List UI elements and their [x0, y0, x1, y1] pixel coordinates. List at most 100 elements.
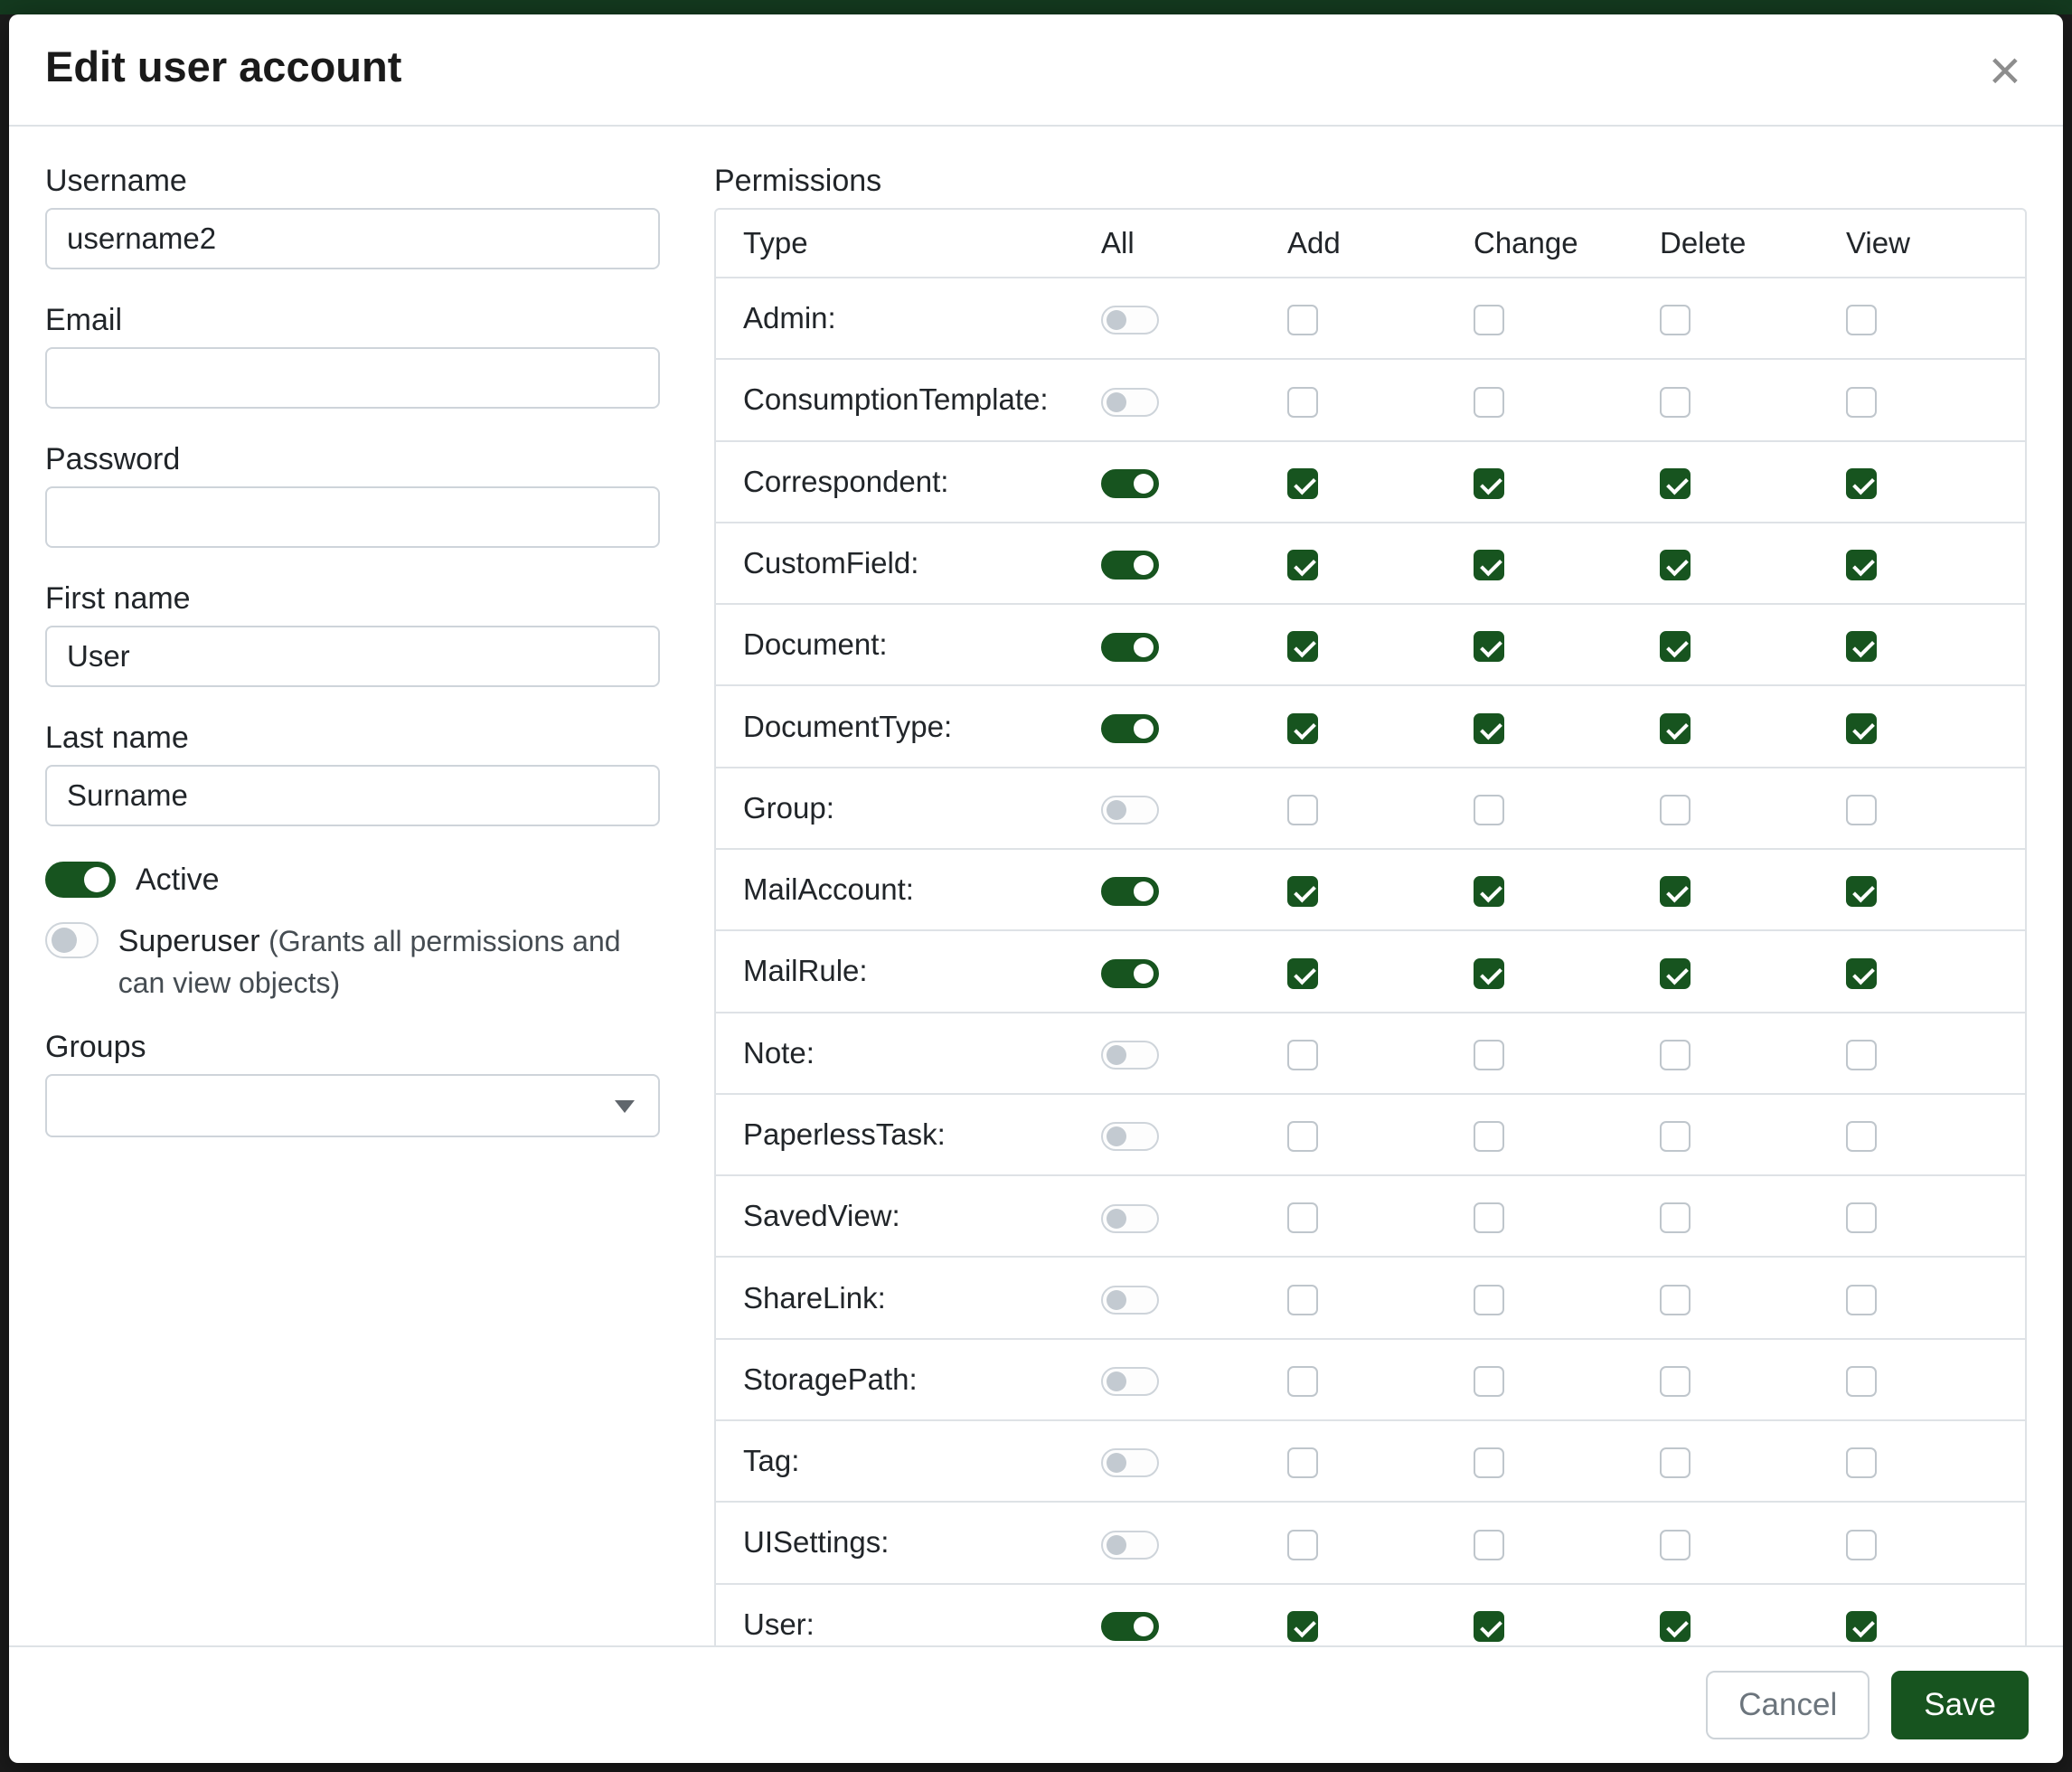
perm-delete-checkbox[interactable] — [1660, 1611, 1691, 1642]
perm-view-checkbox[interactable] — [1846, 305, 1877, 335]
perm-view-checkbox[interactable] — [1846, 1611, 1877, 1642]
save-button[interactable]: Save — [1891, 1671, 2029, 1739]
active-toggle[interactable] — [45, 862, 116, 898]
perm-all-toggle[interactable] — [1101, 1612, 1159, 1641]
perm-all-toggle[interactable] — [1101, 1367, 1159, 1396]
perm-delete-checkbox[interactable] — [1660, 631, 1691, 662]
perm-delete-checkbox[interactable] — [1660, 1285, 1691, 1315]
perm-all-toggle[interactable] — [1101, 877, 1159, 906]
close-button[interactable]: × — [1983, 43, 2027, 99]
perm-all-toggle[interactable] — [1101, 1531, 1159, 1560]
perm-delete-checkbox[interactable] — [1660, 1040, 1691, 1070]
perm-delete-checkbox[interactable] — [1660, 876, 1691, 907]
perm-all-toggle[interactable] — [1101, 469, 1159, 498]
perm-add-checkbox[interactable] — [1287, 1447, 1318, 1478]
perm-delete-checkbox[interactable] — [1660, 1530, 1691, 1560]
perm-all-toggle[interactable] — [1101, 1286, 1159, 1315]
perm-all-toggle[interactable] — [1101, 306, 1159, 335]
perm-add-checkbox[interactable] — [1287, 550, 1318, 580]
perm-all-toggle[interactable] — [1101, 633, 1159, 662]
perm-change-checkbox[interactable] — [1474, 468, 1504, 499]
perm-change-checkbox[interactable] — [1474, 1366, 1504, 1397]
perm-add-checkbox[interactable] — [1287, 1366, 1318, 1397]
perm-change-checkbox[interactable] — [1474, 1040, 1504, 1070]
perm-change-checkbox[interactable] — [1474, 795, 1504, 825]
perm-view-checkbox[interactable] — [1846, 1285, 1877, 1315]
perm-change-checkbox[interactable] — [1474, 1285, 1504, 1315]
last-name-input[interactable] — [45, 765, 660, 826]
perm-all-toggle[interactable] — [1101, 714, 1159, 743]
perm-add-checkbox[interactable] — [1287, 631, 1318, 662]
perm-change-checkbox[interactable] — [1474, 1530, 1504, 1560]
perm-view-checkbox[interactable] — [1846, 1040, 1877, 1070]
perm-change-checkbox[interactable] — [1474, 958, 1504, 989]
perm-add-checkbox[interactable] — [1287, 1121, 1318, 1152]
perm-all-toggle[interactable] — [1101, 1041, 1159, 1070]
perm-add-checkbox[interactable] — [1287, 876, 1318, 907]
password-input[interactable] — [45, 486, 660, 548]
active-row: Active — [45, 859, 660, 900]
perm-all-toggle[interactable] — [1101, 959, 1159, 988]
cancel-button[interactable]: Cancel — [1706, 1671, 1870, 1739]
perm-change-checkbox[interactable] — [1474, 876, 1504, 907]
perm-delete-checkbox[interactable] — [1660, 1447, 1691, 1478]
perm-delete-checkbox[interactable] — [1660, 387, 1691, 418]
superuser-toggle[interactable] — [45, 922, 99, 958]
perm-view-checkbox[interactable] — [1846, 1202, 1877, 1233]
perm-change-checkbox[interactable] — [1474, 631, 1504, 662]
perm-add-checkbox[interactable] — [1287, 1202, 1318, 1233]
perm-add-checkbox[interactable] — [1287, 1611, 1318, 1642]
perm-delete-checkbox[interactable] — [1660, 468, 1691, 499]
perm-change-checkbox[interactable] — [1474, 550, 1504, 580]
perm-view-checkbox[interactable] — [1846, 1121, 1877, 1152]
perm-view-checkbox[interactable] — [1846, 876, 1877, 907]
perm-delete-checkbox[interactable] — [1660, 958, 1691, 989]
perm-add-checkbox[interactable] — [1287, 387, 1318, 418]
perm-change-checkbox[interactable] — [1474, 1202, 1504, 1233]
perm-delete-checkbox[interactable] — [1660, 550, 1691, 580]
perm-add-checkbox[interactable] — [1287, 468, 1318, 499]
perm-view-checkbox[interactable] — [1846, 468, 1877, 499]
perm-add-checkbox[interactable] — [1287, 305, 1318, 335]
perm-view-checkbox[interactable] — [1846, 550, 1877, 580]
perm-delete-checkbox[interactable] — [1660, 713, 1691, 744]
perm-delete-checkbox[interactable] — [1660, 305, 1691, 335]
perm-view-checkbox[interactable] — [1846, 1447, 1877, 1478]
perm-all-toggle[interactable] — [1101, 551, 1159, 580]
username-input[interactable] — [45, 208, 660, 269]
perm-change-checkbox[interactable] — [1474, 713, 1504, 744]
perm-view-checkbox[interactable] — [1846, 631, 1877, 662]
perm-all-toggle[interactable] — [1101, 1122, 1159, 1151]
perm-type-label: StoragePath: — [716, 1339, 1094, 1420]
perm-add-checkbox[interactable] — [1287, 958, 1318, 989]
perm-view-checkbox[interactable] — [1846, 795, 1877, 825]
perm-view-checkbox[interactable] — [1846, 713, 1877, 744]
email-input[interactable] — [45, 347, 660, 409]
perm-all-toggle[interactable] — [1101, 1204, 1159, 1233]
perm-change-checkbox[interactable] — [1474, 1611, 1504, 1642]
perm-add-checkbox[interactable] — [1287, 713, 1318, 744]
perm-delete-checkbox[interactable] — [1660, 1202, 1691, 1233]
perm-add-checkbox[interactable] — [1287, 1285, 1318, 1315]
perm-all-toggle[interactable] — [1101, 1448, 1159, 1477]
perm-change-checkbox[interactable] — [1474, 387, 1504, 418]
perm-add-checkbox[interactable] — [1287, 795, 1318, 825]
groups-field-group: Groups — [45, 1029, 660, 1137]
perm-change-checkbox[interactable] — [1474, 305, 1504, 335]
perm-all-toggle[interactable] — [1101, 388, 1159, 417]
perm-delete-checkbox[interactable] — [1660, 1121, 1691, 1152]
groups-select[interactable] — [45, 1074, 660, 1137]
perm-all-toggle[interactable] — [1101, 796, 1159, 825]
perm-delete-checkbox[interactable] — [1660, 795, 1691, 825]
perm-view-checkbox[interactable] — [1846, 958, 1877, 989]
perm-view-checkbox[interactable] — [1846, 387, 1877, 418]
perm-change-checkbox[interactable] — [1474, 1121, 1504, 1152]
perm-type-label: Note: — [716, 1013, 1094, 1094]
perm-add-checkbox[interactable] — [1287, 1040, 1318, 1070]
perm-change-checkbox[interactable] — [1474, 1447, 1504, 1478]
first-name-input[interactable] — [45, 626, 660, 687]
perm-delete-checkbox[interactable] — [1660, 1366, 1691, 1397]
perm-view-checkbox[interactable] — [1846, 1530, 1877, 1560]
perm-view-checkbox[interactable] — [1846, 1366, 1877, 1397]
perm-add-checkbox[interactable] — [1287, 1530, 1318, 1560]
